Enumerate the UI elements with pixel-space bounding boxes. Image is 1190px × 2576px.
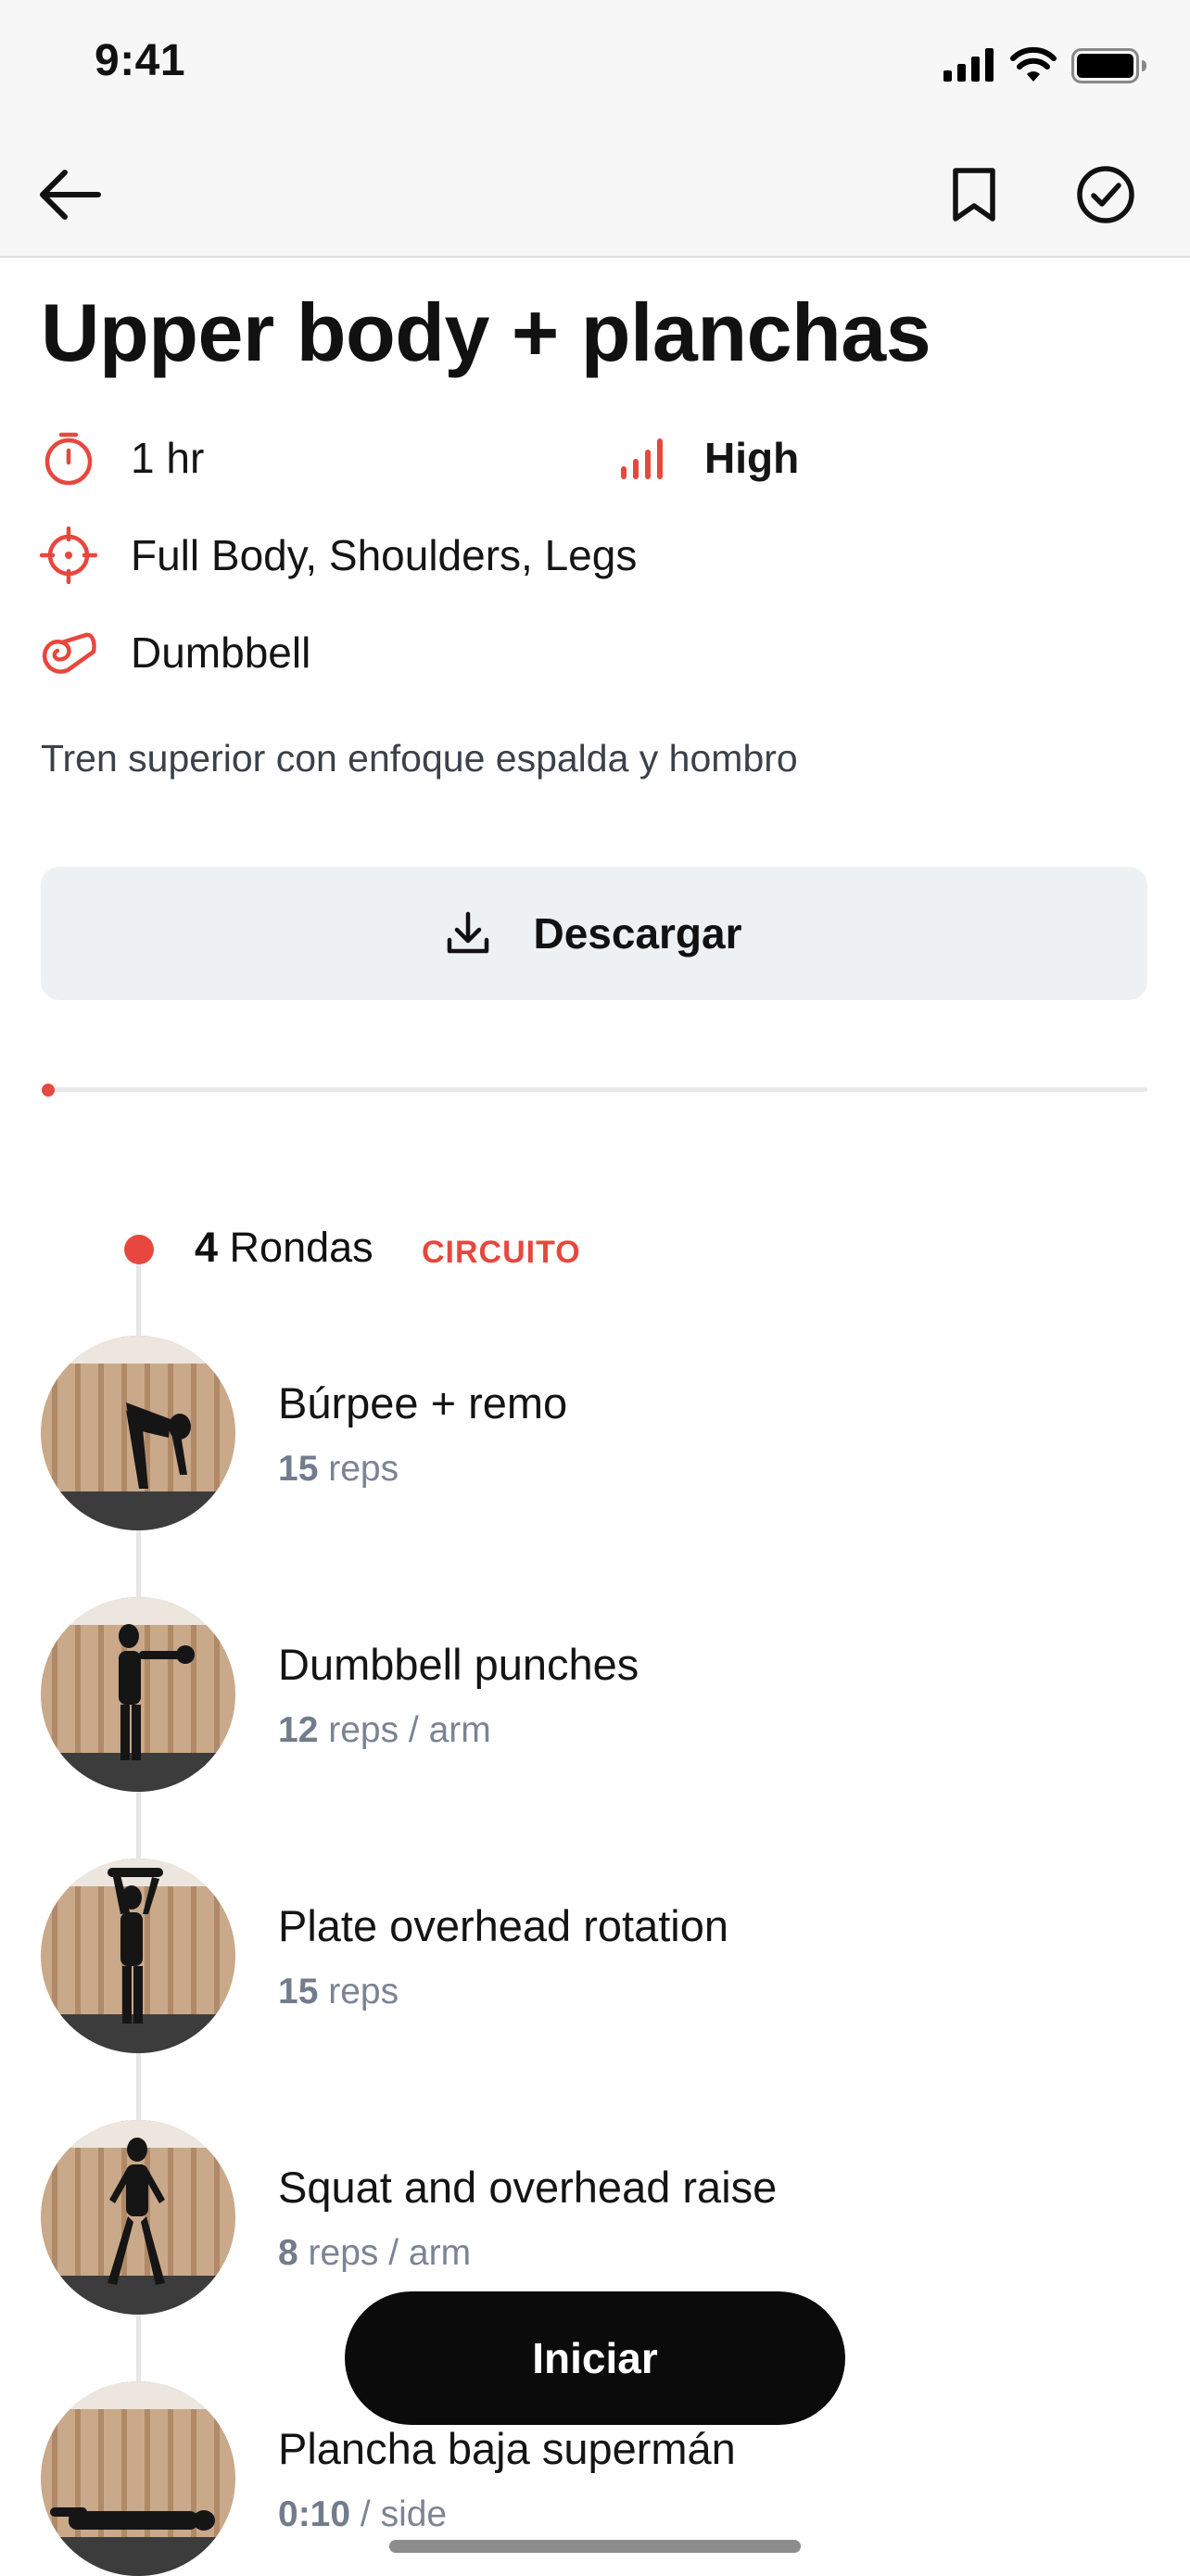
exercise-name: Dumbbell punches [278,1640,639,1689]
navigation-bar [0,130,1190,258]
rounds-word: Rondas [229,1224,373,1271]
workout-progress-indicator [42,1084,55,1097]
download-icon [448,911,489,954]
workout-duration: 1 hr [131,434,205,482]
round-marker [124,1235,154,1264]
exercise-thumbnail[interactable] [41,1336,235,1530]
rounds-label: 4 Rondas [195,1224,373,1272]
exercise-reps: 8 reps / arm [278,2233,472,2273]
exercise-name: Plancha baja supermán [278,2424,736,2473]
home-indicator[interactable] [389,2540,801,2553]
exercise-reps: 12 reps / arm [278,1710,491,1750]
workout-targets: Full Body, Shoulders, Legs [131,531,638,579]
exercise-thumbnail[interactable] [41,2381,235,2576]
bookmark-icon [953,168,995,222]
arrow-left-icon [40,170,101,220]
exercise-thumbnail[interactable] [41,1597,235,1792]
download-button[interactable]: Descargar [41,867,1147,1000]
battery-icon [1071,48,1146,83]
circuit-tag: CIRCUITO [422,1235,581,1270]
mark-complete-button[interactable] [1064,153,1147,236]
workout-description: Tren superior con enfoque espalda y homb… [41,737,798,780]
check-circle-icon [1077,166,1134,223]
wifi-icon [1010,46,1057,82]
download-label: Descargar [533,909,742,958]
exercise-thumbnail[interactable] [41,2120,235,2315]
timer-icon [39,428,98,488]
exercise-name: Búrpee + remo [278,1378,568,1428]
workout-progress-track [48,1087,1147,1092]
status-time: 9:41 [95,36,186,85]
workout-intensity: High [704,434,800,482]
exercise-reps: 0:10 / side [278,2494,448,2534]
rounds-count: 4 [195,1224,219,1271]
exercise-name: Plate overhead rotation [278,1901,728,1950]
start-workout-button[interactable]: Iniciar [345,2291,845,2425]
workout-title: Upper body + planchas [41,286,931,378]
exercise-reps: 15 reps [278,1449,399,1489]
intensity-bars-icon [615,428,675,488]
bookmark-button[interactable] [932,153,1016,236]
status-bar: 9:41 [0,0,1190,130]
back-button[interactable] [28,153,111,236]
exercise-thumbnail[interactable] [41,1859,235,2053]
workout-equipment: Dumbbell [131,628,311,677]
exercise-name: Squat and overhead raise [278,2163,778,2212]
cellular-signal-icon [943,48,994,82]
exercise-reps: 15 reps [278,1972,399,2011]
target-crosshair-icon [39,526,98,585]
equipment-mat-icon [39,623,98,682]
